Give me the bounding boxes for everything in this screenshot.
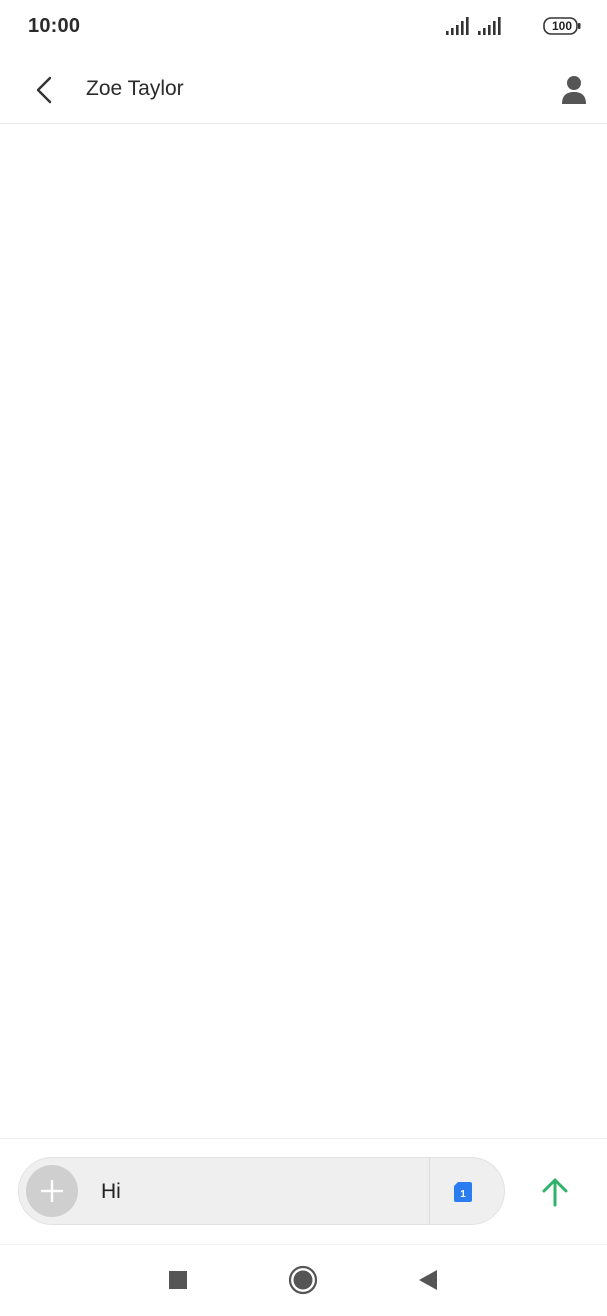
- person-icon: [562, 76, 586, 104]
- status-bar: 10:00 100: [0, 0, 607, 56]
- plus-icon: [41, 1180, 63, 1202]
- send-button[interactable]: [532, 1169, 578, 1215]
- sim-label: 1: [460, 1189, 466, 1200]
- signal-icon: [446, 17, 469, 35]
- message-input[interactable]: [101, 1172, 421, 1212]
- composer-pill: 1: [18, 1157, 505, 1225]
- arrow-up-icon: [542, 1178, 568, 1207]
- battery-level: 100: [551, 19, 573, 33]
- triangle-back-icon: [419, 1270, 437, 1290]
- circle-home-icon: [288, 1265, 318, 1295]
- system-nav-bar: [0, 1244, 607, 1316]
- messaging-screen: 10:00 100 Zoe Taylor Hi 1: [0, 0, 607, 1316]
- composer-divider: [429, 1158, 430, 1224]
- contact-name[interactable]: Zoe Taylor: [86, 77, 184, 101]
- home-button[interactable]: [283, 1260, 323, 1300]
- sim-card-icon: 1: [454, 1182, 472, 1202]
- message-list[interactable]: [0, 125, 607, 1138]
- square-recents-icon: [169, 1271, 187, 1289]
- recents-button[interactable]: [158, 1260, 198, 1300]
- add-attachment-button[interactable]: [26, 1165, 78, 1217]
- status-time: 10:00: [28, 15, 81, 37]
- back-button[interactable]: [22, 68, 66, 112]
- sim-select-button[interactable]: 1: [445, 1174, 481, 1210]
- contact-details-button[interactable]: [552, 68, 596, 112]
- chevron-left-icon: [36, 76, 52, 104]
- conversation-header: Zoe Taylor: [0, 56, 607, 124]
- composer-bar: 1: [0, 1138, 607, 1244]
- signal-icon: [478, 17, 501, 35]
- system-back-button[interactable]: [408, 1260, 448, 1300]
